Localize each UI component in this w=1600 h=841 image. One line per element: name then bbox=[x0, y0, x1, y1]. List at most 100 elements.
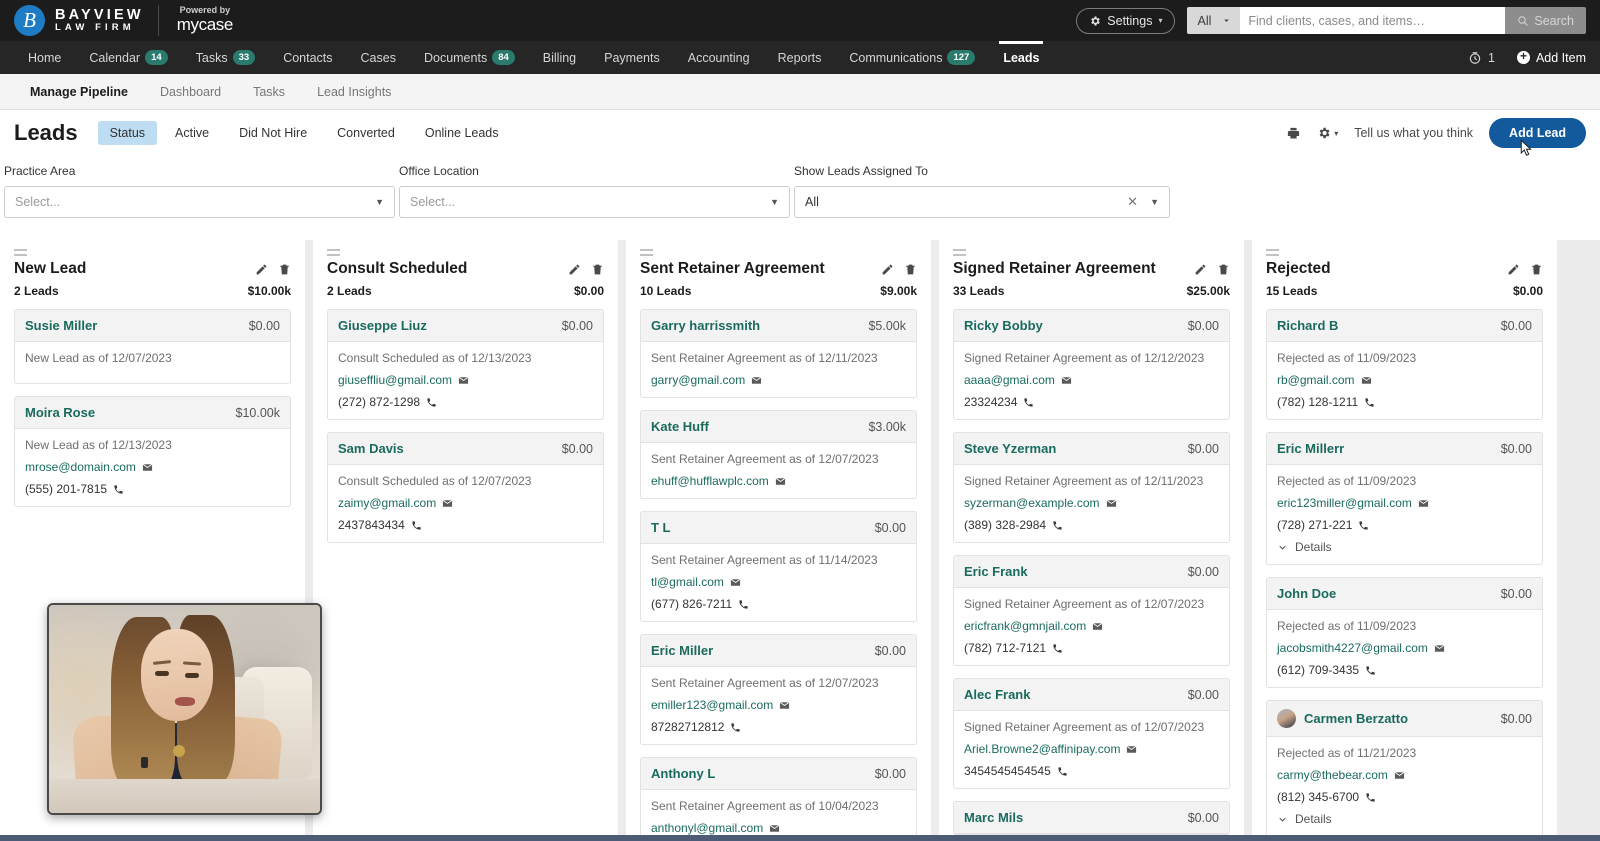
lead-name[interactable]: Ricky Bobby bbox=[964, 318, 1043, 333]
lead-card[interactable]: Susie Miller $0.00 New Lead as of 12/07/20… bbox=[14, 309, 291, 384]
lead-phone[interactable]: (555) 201-7815 bbox=[25, 482, 107, 496]
delete-column-button[interactable] bbox=[1217, 263, 1230, 281]
practice-area-select[interactable]: Select... ▼ bbox=[4, 186, 395, 218]
add-lead-button[interactable]: Add Lead bbox=[1489, 118, 1586, 148]
nav-item-accounting[interactable]: Accounting bbox=[674, 41, 764, 74]
lead-email-row[interactable]: garry@gmail.com bbox=[651, 373, 906, 387]
lead-card[interactable]: Giuseppe Liuz $0.00 Consult Scheduled as o… bbox=[327, 309, 604, 420]
subnav-item-manage-pipeline[interactable]: Manage Pipeline bbox=[14, 85, 144, 99]
lead-phone[interactable]: (677) 826-7211 bbox=[651, 597, 732, 611]
lead-email-row[interactable]: Ariel.Browne2@affinipay.com bbox=[964, 742, 1219, 756]
lead-name[interactable]: Alec Frank bbox=[964, 687, 1030, 702]
lead-card[interactable]: Sam Davis $0.00 Consult Scheduled as of 12… bbox=[327, 432, 604, 543]
column-drag-handle[interactable] bbox=[953, 240, 1230, 260]
delete-column-button[interactable] bbox=[591, 263, 604, 281]
pipeline-column-rejected[interactable]: Rejected 15 Leads $0.00 Richard B $0.00 Rejec… bbox=[1252, 240, 1565, 835]
lead-email[interactable]: giuseffliu@gmail.com bbox=[338, 373, 452, 387]
nav-item-calendar[interactable]: Calendar 14 bbox=[75, 41, 181, 74]
nav-item-payments[interactable]: Payments bbox=[590, 41, 674, 74]
edit-column-button[interactable] bbox=[1194, 263, 1207, 281]
edit-column-button[interactable] bbox=[881, 263, 894, 281]
column-settings-button[interactable]: ▾ bbox=[1317, 126, 1338, 140]
lead-name[interactable]: T L bbox=[651, 520, 671, 535]
lead-email-row[interactable]: ericfrank@gmnjail.com bbox=[964, 619, 1219, 633]
nav-item-home[interactable]: Home bbox=[14, 41, 75, 74]
lead-phone[interactable]: 3454545454545 bbox=[964, 764, 1051, 778]
search-scope-select[interactable]: All bbox=[1187, 7, 1241, 34]
filter-pill-converted[interactable]: Converted bbox=[325, 121, 407, 145]
lead-email-row[interactable]: jacobsmith4227@gmail.com bbox=[1277, 641, 1532, 655]
lead-phone-row[interactable]: (272) 872-1298 bbox=[338, 395, 593, 409]
lead-name[interactable]: Kate Huff bbox=[651, 419, 709, 434]
lead-name[interactable]: Eric Frank bbox=[964, 564, 1028, 579]
lead-phone[interactable]: 2437843434 bbox=[338, 518, 405, 532]
edit-column-button[interactable] bbox=[568, 263, 581, 281]
lead-card[interactable]: Kate Huff $3.00k Sent Retainer Agreement a… bbox=[640, 410, 917, 499]
lead-name[interactable]: Steve Yzerman bbox=[964, 441, 1056, 456]
clear-icon[interactable]: ✕ bbox=[1127, 194, 1150, 210]
lead-phone-row[interactable]: 3454545454545 bbox=[964, 764, 1219, 778]
lead-email[interactable]: mrose@domain.com bbox=[25, 460, 136, 474]
lead-email[interactable]: syzerman@example.com bbox=[964, 496, 1100, 510]
lead-email[interactable]: garry@gmail.com bbox=[651, 373, 745, 387]
lead-card[interactable]: Steve Yzerman $0.00 Signed Retainer Agreem… bbox=[953, 432, 1230, 543]
lead-email-row[interactable]: eric123miller@gmail.com bbox=[1277, 496, 1532, 510]
lead-phone-row[interactable]: 2437843434 bbox=[338, 518, 593, 532]
lead-email-row[interactable]: zaimy@gmail.com bbox=[338, 496, 593, 510]
filter-pill-status[interactable]: Status bbox=[97, 121, 158, 145]
lead-phone-row[interactable]: (389) 328-2984 bbox=[964, 518, 1219, 532]
lead-phone[interactable]: (389) 328-2984 bbox=[964, 518, 1046, 532]
feedback-link[interactable]: Tell us what you think bbox=[1354, 126, 1473, 140]
lead-phone-row[interactable]: 23324234 bbox=[964, 395, 1219, 409]
filter-pill-online-leads[interactable]: Online Leads bbox=[413, 121, 511, 145]
search-submit-button[interactable]: Search bbox=[1505, 7, 1586, 34]
presenter-video-pip[interactable] bbox=[47, 603, 322, 815]
brand-logo-area[interactable]: B BAYVIEW LAW FIRM bbox=[14, 5, 144, 36]
lead-email[interactable]: aaaa@gmai.com bbox=[964, 373, 1055, 387]
delete-column-button[interactable] bbox=[1530, 263, 1543, 281]
column-drag-handle[interactable] bbox=[1266, 240, 1543, 260]
lead-phone[interactable]: (272) 872-1298 bbox=[338, 395, 420, 409]
pipeline-column-consult-scheduled[interactable]: Consult Scheduled 2 Leads $0.00 Giuseppe Li… bbox=[313, 240, 626, 835]
timer-button[interactable]: 1 bbox=[1468, 51, 1495, 65]
lead-card[interactable]: Alec Frank $0.00 Signed Retainer Agreement… bbox=[953, 678, 1230, 789]
lead-email[interactable]: ericfrank@gmnjail.com bbox=[964, 619, 1086, 633]
lead-phone-row[interactable]: (782) 712-7121 bbox=[964, 641, 1219, 655]
print-button[interactable] bbox=[1286, 126, 1301, 141]
column-drag-handle[interactable] bbox=[14, 240, 291, 260]
delete-column-button[interactable] bbox=[278, 263, 291, 281]
filter-pill-did-not-hire[interactable]: Did Not Hire bbox=[227, 121, 319, 145]
lead-card[interactable]: Eric Millerr $0.00 Rejected as of 11/09/20… bbox=[1266, 432, 1543, 565]
lead-email[interactable]: ehuff@hufflawplc.com bbox=[651, 474, 769, 488]
lead-details-toggle[interactable]: Details bbox=[1277, 540, 1532, 554]
lead-phone[interactable]: 87282712812 bbox=[651, 720, 724, 734]
lead-name[interactable]: Sam Davis bbox=[338, 441, 404, 456]
lead-phone[interactable]: (782) 128-1211 bbox=[1277, 395, 1358, 409]
column-drag-handle[interactable] bbox=[640, 240, 917, 260]
lead-name[interactable]: Anthony L bbox=[651, 766, 715, 781]
lead-email[interactable]: carmy@thebear.com bbox=[1277, 768, 1388, 782]
office-location-select[interactable]: Select... ▼ bbox=[399, 186, 790, 218]
lead-card[interactable]: Garry harrissmith $5.00k Sent Retainer Agr… bbox=[640, 309, 917, 398]
lead-name[interactable]: Garry harrissmith bbox=[651, 318, 760, 333]
nav-item-documents[interactable]: Documents 84 bbox=[410, 41, 529, 74]
lead-name[interactable]: Susie Miller bbox=[25, 318, 97, 333]
lead-card[interactable]: T L $0.00 Sent Retainer Agreement as of 11… bbox=[640, 511, 917, 622]
lead-email[interactable]: rb@gmail.com bbox=[1277, 373, 1355, 387]
lead-email-row[interactable]: emiller123@gmail.com bbox=[651, 698, 906, 712]
lead-phone[interactable]: (728) 271-221 bbox=[1277, 518, 1352, 532]
lead-email[interactable]: jacobsmith4227@gmail.com bbox=[1277, 641, 1428, 655]
nav-item-billing[interactable]: Billing bbox=[529, 41, 590, 74]
lead-email[interactable]: emiller123@gmail.com bbox=[651, 698, 773, 712]
assigned-to-select[interactable]: All ✕ ▼ bbox=[794, 186, 1170, 218]
lead-card[interactable]: Eric Miller $0.00 Sent Retainer Agreement … bbox=[640, 634, 917, 745]
lead-details-toggle[interactable]: Details bbox=[1277, 812, 1532, 826]
lead-email-row[interactable]: rb@gmail.com bbox=[1277, 373, 1532, 387]
lead-card[interactable]: Moira Rose $10.00k New Lead as of 12/13/20… bbox=[14, 396, 291, 507]
pipeline-column-sent-retainer-agreement[interactable]: Sent Retainer Agreement 10 Leads $9.00k Gar… bbox=[626, 240, 939, 835]
subnav-item-tasks[interactable]: Tasks bbox=[237, 85, 301, 99]
lead-name[interactable]: John Doe bbox=[1277, 586, 1336, 601]
lead-phone-row[interactable]: (812) 345-6700 bbox=[1277, 790, 1532, 804]
lead-email[interactable]: tl@gmail.com bbox=[651, 575, 724, 589]
search-input[interactable] bbox=[1240, 7, 1506, 34]
